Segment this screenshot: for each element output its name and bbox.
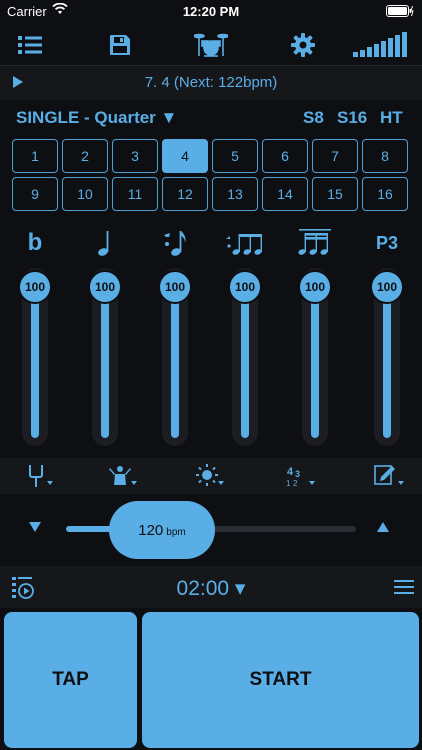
volume-bars-icon[interactable] [352,30,410,60]
volume-slider[interactable]: 100 [225,268,265,446]
beat-cell[interactable]: 16 [362,177,408,211]
tempo-value: 120 [138,521,164,539]
volume-slider[interactable]: 100 [367,268,407,446]
conductor-icon[interactable] [106,462,142,490]
beat-cell[interactable]: 11 [112,177,158,211]
option-s16[interactable]: S16 [337,108,367,128]
beat-cell[interactable]: 8 [362,139,408,173]
status-time: 12:20 PM [182,4,240,19]
tempo-unit: bpm [166,526,186,538]
timer-dropdown[interactable]: 02:00 ▾ [0,576,422,601]
svg-text:4: 4 [287,466,294,478]
beat-cell[interactable]: 10 [62,177,108,211]
list-icon[interactable] [14,30,46,60]
start-button[interactable]: START [142,612,419,748]
beat-cell[interactable]: 6 [262,139,308,173]
volume-sliders: 100 100 100 100 100 100 [0,268,422,448]
eighth-note-icon[interactable] [155,226,195,260]
tempo-control: 120 bpm [0,498,422,562]
song-title[interactable]: 7. 4 (Next: 122bpm) [0,74,422,91]
mode-bar: SINGLE - Quarter ▼ S8 S16 HT [0,104,422,132]
beat-cell-selected[interactable]: 4 [162,139,208,173]
accent-flat-icon[interactable]: b [15,226,55,260]
beat-cell[interactable]: 3 [112,139,158,173]
drum-kit-icon[interactable] [193,30,229,60]
tools-bar: 4312 [0,458,422,494]
volume-slider[interactable]: 100 [15,268,55,446]
tempo-up-button[interactable] [376,520,390,538]
slider-knob[interactable]: 100 [370,270,404,304]
slider-knob[interactable]: 100 [18,270,52,304]
slider-fill [383,286,391,438]
battery-icon [386,5,414,20]
tuning-fork-icon[interactable] [22,462,58,490]
save-icon[interactable] [104,30,136,60]
volume-slider[interactable]: 100 [155,268,195,446]
gear-icon[interactable] [287,30,319,60]
tap-button[interactable]: TAP [4,612,137,748]
tempo-knob[interactable]: 120 bpm [109,501,215,559]
triplet-notes-icon[interactable] [225,226,265,260]
slider-fill [241,286,249,438]
beat-cell[interactable]: 1 [12,139,58,173]
status-bar: Carrier 12:20 PM [0,0,422,22]
slider-knob[interactable]: 100 [158,270,192,304]
svg-text:2: 2 [293,479,298,488]
menu-icon[interactable] [394,580,414,599]
slider-knob[interactable]: 100 [88,270,122,304]
tempo-down-button[interactable] [28,520,42,538]
beat-cell[interactable]: 2 [62,139,108,173]
voice-icons: b P3 [0,226,422,260]
option-s8[interactable]: S8 [303,108,324,128]
svg-text:1: 1 [286,479,291,488]
slider-fill [171,286,179,438]
brightness-icon[interactable] [193,462,229,490]
beat-cell[interactable]: 9 [12,177,58,211]
beat-cell[interactable]: 13 [212,177,258,211]
p3-label: P3 [375,232,399,253]
volume-slider[interactable]: 100 [295,268,335,446]
slider-fill [311,286,319,438]
p3-icon[interactable]: P3 [367,226,407,260]
song-bar: 7. 4 (Next: 122bpm) [0,66,422,100]
top-toolbar [0,26,422,62]
accent-label: b [27,229,43,256]
slider-fill [101,286,109,438]
quarter-note-icon[interactable] [85,226,125,260]
volume-slider[interactable]: 100 [85,268,125,446]
beat-cell[interactable]: 12 [162,177,208,211]
beat-cell[interactable]: 7 [312,139,358,173]
svg-text:3: 3 [295,469,300,479]
option-ht[interactable]: HT [380,108,403,128]
slider-fill [31,286,39,438]
slider-knob[interactable]: 100 [228,270,262,304]
beat-cell[interactable]: 5 [212,139,258,173]
sixteenth-notes-icon[interactable] [295,226,335,260]
beat-cell[interactable]: 14 [262,177,308,211]
rhythm-mode-dropdown[interactable]: SINGLE - Quarter ▼ [16,108,177,128]
timer-bar: 02:00 ▾ [0,566,422,608]
time-signature-icon[interactable]: 4312 [283,462,319,490]
edit-icon[interactable] [372,462,408,490]
slider-knob[interactable]: 100 [298,270,332,304]
beat-cell[interactable]: 15 [312,177,358,211]
